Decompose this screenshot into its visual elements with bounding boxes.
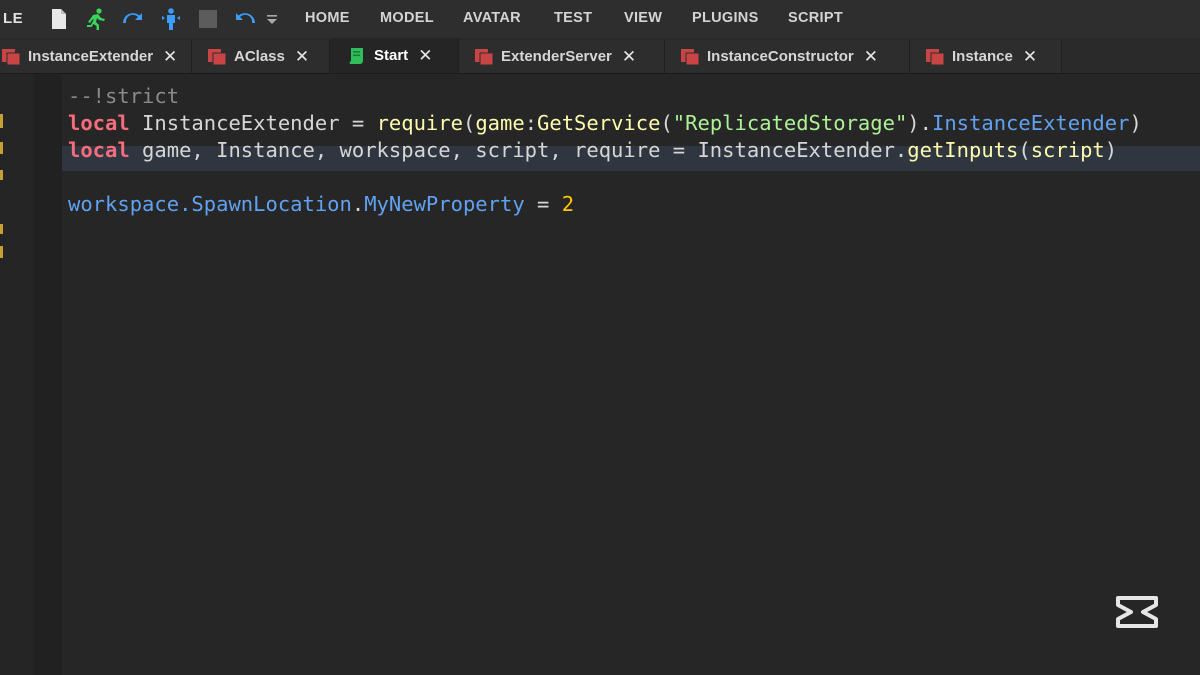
punctuation-token: :	[524, 111, 538, 135]
method-token: GetService	[537, 111, 661, 135]
menu-home[interactable]: HOME	[305, 10, 350, 26]
close-icon[interactable]: ✕	[163, 48, 177, 65]
menu-plugins[interactable]: PLUGINS	[692, 10, 759, 26]
keyword-token: local	[68, 138, 130, 162]
customize-dropdown-icon[interactable]	[262, 6, 282, 32]
tab-aclass[interactable]: AClass ✕	[192, 40, 330, 73]
function-token: require	[376, 111, 463, 135]
close-icon[interactable]: ✕	[1023, 48, 1037, 65]
comment-token: --!strict	[68, 84, 180, 108]
menu-avatar[interactable]: AVATAR	[463, 10, 521, 26]
code-line-5[interactable]: workspace.SpawnLocation.MyNewProperty = …	[68, 191, 574, 218]
new-file-icon[interactable]	[46, 6, 72, 32]
code-line-2[interactable]: local InstanceExtender = require(game:Ge…	[68, 110, 1142, 137]
identifier-token: game, Instance, workspace, script, requi…	[129, 138, 908, 162]
close-icon[interactable]: ✕	[295, 48, 309, 65]
module-script-icon	[473, 46, 495, 68]
file-menu-label[interactable]: LE	[3, 10, 23, 27]
tab-label: Start	[374, 47, 409, 64]
tab-start[interactable]: Start ✕	[330, 38, 459, 73]
script-tab-bar: InstanceExtender ✕ AClass ✕ Start ✕ Exte…	[0, 38, 1200, 74]
tab-label: Instance	[952, 48, 1013, 65]
menu-script[interactable]: SCRIPT	[788, 10, 843, 26]
punctuation-token: (	[1018, 138, 1031, 162]
tab-instanceconstructor[interactable]: InstanceConstructor ✕	[665, 40, 910, 73]
module-script-icon	[924, 46, 946, 68]
identifier-token: InstanceExtender =	[129, 111, 377, 135]
punctuation-token: (	[660, 111, 673, 135]
close-icon[interactable]: ✕	[864, 48, 878, 65]
punctuation-token: (	[462, 111, 476, 135]
global-token: workspace.	[68, 192, 192, 216]
close-icon[interactable]: ✕	[418, 47, 432, 64]
tab-instanceextender[interactable]: InstanceExtender ✕	[0, 40, 192, 73]
change-markers	[0, 114, 3, 258]
module-script-icon	[0, 46, 22, 68]
play-here-icon[interactable]	[158, 6, 184, 32]
menu-model[interactable]: MODEL	[380, 10, 434, 26]
punctuation-token: .	[351, 192, 365, 216]
number-token: 2	[561, 192, 575, 216]
fold-gutter	[34, 74, 62, 675]
redo-icon[interactable]	[120, 6, 146, 32]
property-token: InstanceExtender	[931, 111, 1130, 135]
run-icon[interactable]	[83, 6, 109, 32]
code-line-1[interactable]: --!strict	[68, 83, 179, 110]
undo-icon[interactable]	[232, 6, 258, 32]
operator-token: =	[524, 192, 562, 216]
global-token: game	[475, 111, 525, 135]
close-icon[interactable]: ✕	[622, 48, 636, 65]
tab-label: InstanceExtender	[28, 48, 154, 65]
line-number-gutter	[0, 74, 34, 675]
menu-test[interactable]: TEST	[554, 10, 592, 26]
code-line-3[interactable]: local game, Instance, workspace, script,…	[68, 137, 1117, 164]
script-icon	[346, 45, 368, 67]
menu-view[interactable]: VIEW	[624, 10, 662, 26]
function-token: getInputs	[907, 138, 1019, 162]
punctuation-token: )	[1104, 138, 1118, 162]
module-script-icon	[206, 46, 228, 68]
property-token: SpawnLocation	[191, 192, 352, 216]
stop-icon[interactable]	[195, 6, 221, 32]
tab-label: AClass	[234, 48, 285, 65]
capcut-logo-icon	[1116, 596, 1158, 628]
keyword-token: local	[68, 111, 130, 135]
tab-label: InstanceConstructor	[707, 48, 854, 65]
punctuation-token: )	[1129, 111, 1142, 135]
global-token: script	[1030, 138, 1105, 162]
property-token: MyNewProperty	[364, 192, 525, 216]
punctuation-token: ).	[907, 111, 932, 135]
tab-extenderserver[interactable]: ExtenderServer ✕	[459, 40, 665, 73]
module-script-icon	[679, 46, 701, 68]
tab-instance[interactable]: Instance ✕	[910, 40, 1062, 73]
top-toolbar: LE HOME MODEL AVATAR TEST VIEW PLUGINS S…	[0, 0, 1200, 38]
tab-label: ExtenderServer	[501, 48, 612, 65]
string-token: "ReplicatedStorage"	[672, 111, 908, 135]
